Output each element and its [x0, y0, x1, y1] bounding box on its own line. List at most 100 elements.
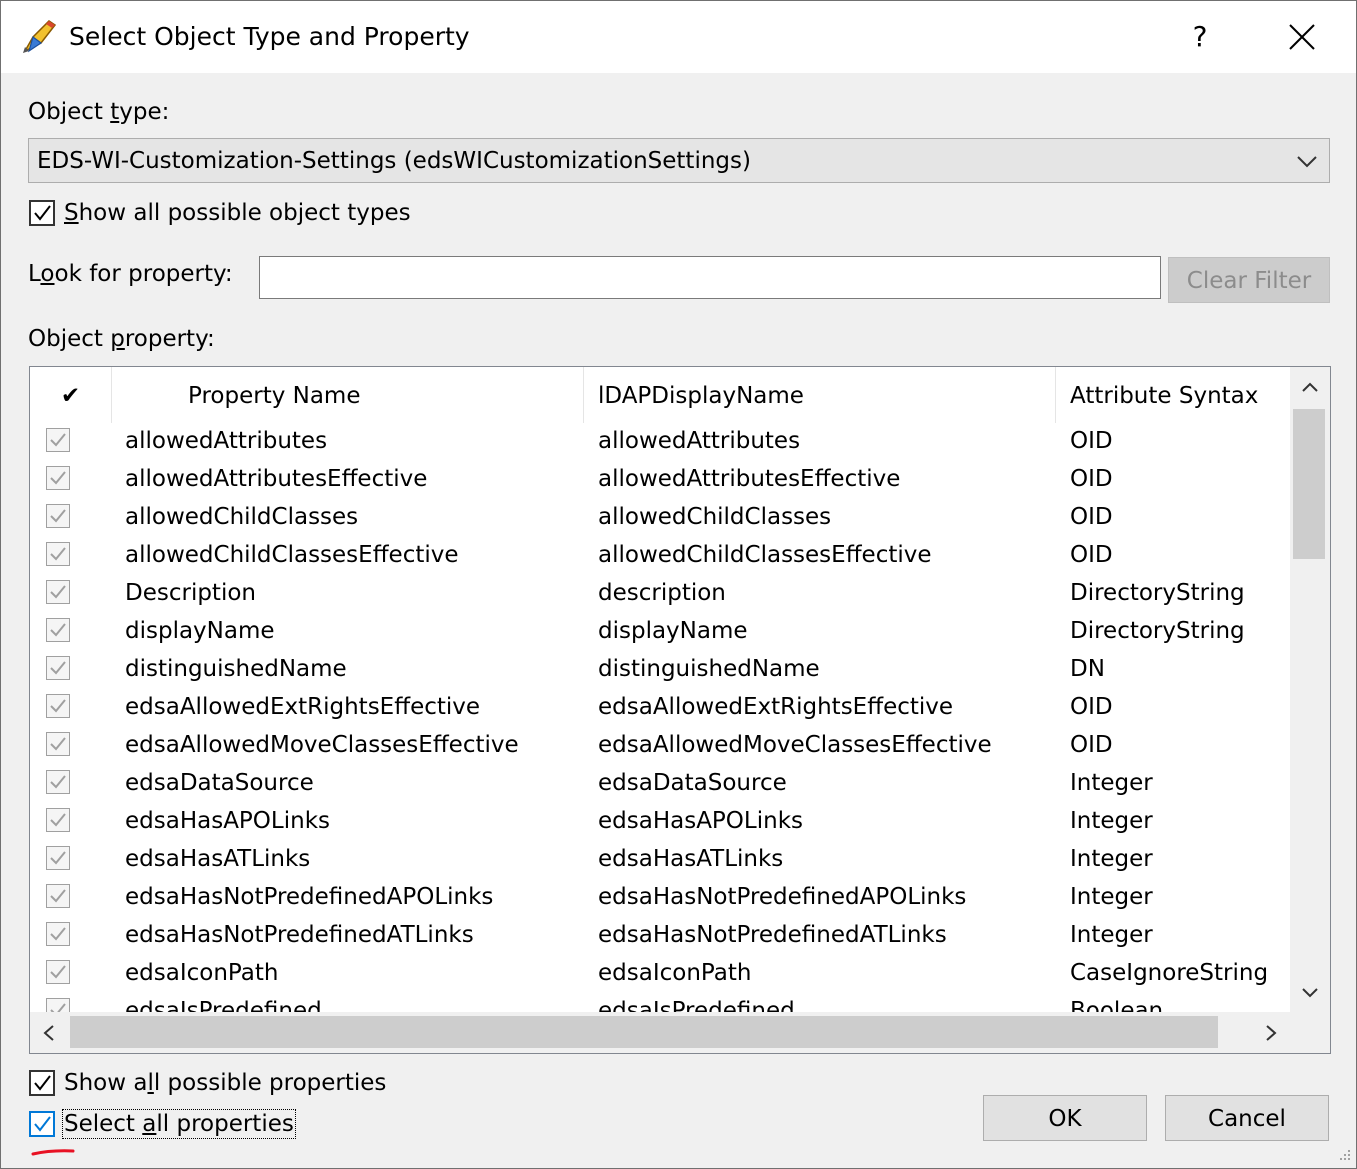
- cell-property-name: edsaIconPath: [125, 960, 279, 986]
- checkmark-icon: [50, 851, 66, 865]
- row-checkbox[interactable]: [46, 808, 70, 832]
- scroll-right-icon[interactable]: [1262, 1023, 1280, 1043]
- table-row[interactable]: Description description DirectoryString: [30, 576, 1290, 614]
- checkmark-icon: [50, 813, 66, 827]
- show-all-properties-label[interactable]: Show all possible properties: [64, 1070, 386, 1096]
- row-checkbox[interactable]: [46, 732, 70, 756]
- row-checkbox[interactable]: [46, 656, 70, 680]
- vertical-scroll-thumb[interactable]: [1293, 409, 1325, 559]
- cell-ldap-display-name: edsaHasATLinks: [598, 846, 784, 872]
- row-checkbox[interactable]: [46, 770, 70, 794]
- row-checkbox[interactable]: [46, 428, 70, 452]
- row-checkbox[interactable]: [46, 998, 70, 1012]
- cell-ldap-display-name: edsaHasNotPredefinedATLinks: [598, 922, 947, 948]
- row-checkbox[interactable]: [46, 504, 70, 528]
- horizontal-scrollbar[interactable]: [30, 1012, 1290, 1053]
- table-row[interactable]: edsaHasNotPredefinedAPOLinks edsaHasNotPr…: [30, 880, 1290, 918]
- checkmark-icon: [50, 509, 66, 523]
- table-row[interactable]: edsaAllowedMoveClassesEffective edsaAllow…: [30, 728, 1290, 766]
- table-row[interactable]: edsaDataSource edsaDataSource Integer: [30, 766, 1290, 804]
- show-all-object-types-checkbox[interactable]: [29, 200, 55, 226]
- scroll-left-icon[interactable]: [40, 1023, 58, 1043]
- row-checkbox[interactable]: [46, 960, 70, 984]
- checkmark-icon: [34, 1116, 51, 1132]
- cell-ldap-display-name: allowedChildClassesEffective: [598, 542, 932, 568]
- cell-attribute-syntax: OID: [1070, 694, 1113, 720]
- row-checkbox[interactable]: [46, 694, 70, 718]
- look-for-property-input[interactable]: [259, 256, 1161, 299]
- table-row[interactable]: edsaIconPath edsaIconPath CaseIgnoreString: [30, 956, 1290, 994]
- cell-ldap-display-name: edsaIconPath: [598, 960, 752, 986]
- cell-ldap-display-name: distinguishedName: [598, 656, 820, 682]
- cell-property-name: edsaAllowedMoveClassesEffective: [125, 732, 519, 758]
- scroll-up-icon[interactable]: [1300, 379, 1320, 395]
- title-bar: Select Object Type and Property ?: [1, 1, 1356, 73]
- cell-property-name: edsaIsPredefined: [125, 998, 322, 1012]
- table-row[interactable]: edsaIsPredefined edsaIsPredefined Boolean: [30, 994, 1290, 1012]
- scroll-down-icon[interactable]: [1300, 985, 1320, 1001]
- checkmark-icon: [50, 1003, 66, 1012]
- cell-attribute-syntax: Integer: [1070, 770, 1153, 796]
- object-property-label: Object property:: [28, 326, 215, 352]
- cell-attribute-syntax: DirectoryString: [1070, 618, 1245, 644]
- row-checkbox[interactable]: [46, 884, 70, 908]
- select-all-properties-label[interactable]: Select all properties: [62, 1109, 296, 1139]
- header-property-name[interactable]: Property Name: [112, 367, 584, 423]
- row-checkbox[interactable]: [46, 542, 70, 566]
- table-row[interactable]: edsaHasNotPredefinedATLinks edsaHasNotPre…: [30, 918, 1290, 956]
- chevron-down-icon: [1297, 156, 1317, 168]
- close-icon: [1289, 24, 1315, 50]
- row-checkbox[interactable]: [46, 466, 70, 490]
- cell-attribute-syntax: Boolean: [1070, 998, 1164, 1012]
- table-row[interactable]: edsaHasATLinks edsaHasATLinks Integer: [30, 842, 1290, 880]
- cell-attribute-syntax: DN: [1070, 656, 1105, 682]
- scrollbar-corner: [1290, 1012, 1330, 1053]
- header-attribute-syntax[interactable]: Attribute Syntax: [1056, 367, 1290, 423]
- select-all-properties-checkbox[interactable]: [29, 1111, 55, 1137]
- table-row[interactable]: distinguishedName distinguishedName DN: [30, 652, 1290, 690]
- horizontal-scroll-thumb[interactable]: [70, 1016, 1218, 1048]
- row-checkbox[interactable]: [46, 922, 70, 946]
- table-row[interactable]: edsaHasAPOLinks edsaHasAPOLinks Integer: [30, 804, 1290, 842]
- table-row[interactable]: edsaAllowedExtRightsEffective edsaAllowed…: [30, 690, 1290, 728]
- table-row[interactable]: allowedChildClasses allowedChildClasses OI…: [30, 500, 1290, 538]
- cell-attribute-syntax: Integer: [1070, 922, 1153, 948]
- checkmark-icon: [50, 965, 66, 979]
- clear-filter-button[interactable]: Clear Filter: [1168, 257, 1330, 303]
- table-row[interactable]: displayName displayName DirectoryString: [30, 614, 1290, 652]
- row-checkbox[interactable]: [46, 618, 70, 642]
- help-button[interactable]: ?: [1171, 11, 1229, 63]
- cell-attribute-syntax: DirectoryString: [1070, 580, 1245, 606]
- cell-attribute-syntax: OID: [1070, 428, 1113, 454]
- object-type-dropdown[interactable]: EDS-WI-Customization-Settings (edsWICust…: [28, 138, 1330, 183]
- look-for-property-label: Look for property:: [28, 261, 233, 287]
- cell-attribute-syntax: OID: [1070, 542, 1113, 568]
- cell-property-name: displayName: [125, 618, 275, 644]
- resize-grip-icon[interactable]: [1334, 1146, 1352, 1164]
- show-all-object-types-label[interactable]: Show all possible object types: [64, 200, 411, 226]
- ok-button[interactable]: OK: [983, 1095, 1147, 1141]
- table-row[interactable]: allowedAttributesEffective allowedAttribu…: [30, 462, 1290, 500]
- annotation-underline-mark: [31, 1149, 75, 1156]
- header-ldap-display-name[interactable]: lDAPDisplayName: [584, 367, 1056, 423]
- cell-property-name: edsaAllowedExtRightsEffective: [125, 694, 481, 720]
- checkmark-icon: [50, 471, 66, 485]
- cell-attribute-syntax: CaseIgnoreString: [1070, 960, 1269, 986]
- table-row[interactable]: allowedChildClassesEffective allowedChild…: [30, 538, 1290, 576]
- cell-property-name: allowedChildClasses: [125, 504, 359, 530]
- cell-property-name: Description: [125, 580, 256, 606]
- cell-property-name: edsaHasATLinks: [125, 846, 311, 872]
- checkmark-icon: [34, 205, 51, 221]
- vertical-scrollbar[interactable]: [1290, 367, 1330, 1012]
- cancel-button[interactable]: Cancel: [1165, 1095, 1329, 1141]
- close-button[interactable]: [1273, 11, 1331, 63]
- header-check-column[interactable]: ✔: [30, 367, 112, 423]
- row-checkbox[interactable]: [46, 580, 70, 604]
- property-list[interactable]: ✔ Property Name lDAPDisplayName Attribut…: [29, 366, 1331, 1054]
- checkmark-icon: [50, 775, 66, 789]
- object-type-label: Object type:: [28, 99, 170, 125]
- show-all-properties-checkbox[interactable]: [29, 1070, 55, 1096]
- cell-property-name: edsaHasNotPredefinedATLinks: [125, 922, 474, 948]
- row-checkbox[interactable]: [46, 846, 70, 870]
- table-row[interactable]: allowedAttributes allowedAttributes OID: [30, 424, 1290, 462]
